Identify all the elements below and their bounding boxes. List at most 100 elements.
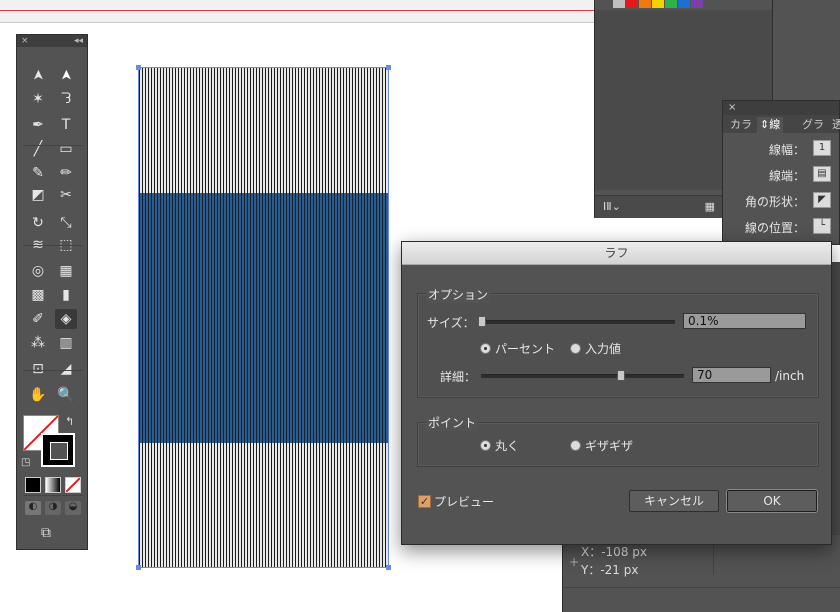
- divider: [23, 245, 83, 246]
- close-icon[interactable]: ×: [21, 35, 29, 47]
- tools-panel-header[interactable]: × ◂◂: [17, 35, 87, 47]
- draw-inside-icon[interactable]: ◒: [65, 501, 81, 515]
- size-label: サイズ：: [427, 316, 475, 330]
- draw-behind-icon[interactable]: ◑: [45, 501, 61, 515]
- pen-tool-icon[interactable]: ✒: [27, 115, 49, 135]
- zoom-tool-icon[interactable]: 🔍: [55, 385, 77, 405]
- rectangle-tool-icon[interactable]: ▭: [55, 139, 77, 159]
- preview-checkbox[interactable]: ✓: [418, 495, 431, 508]
- none-mode-icon[interactable]: [65, 477, 81, 493]
- absolute-label: 入力値: [585, 342, 622, 356]
- size-slider-track[interactable]: [481, 320, 675, 324]
- cancel-button[interactable]: キャンセル: [629, 490, 719, 512]
- swatch-kind-icon[interactable]: ▦: [705, 196, 715, 218]
- gradient-mode-icon[interactable]: [45, 477, 61, 493]
- color-swatch[interactable]: [652, 0, 664, 8]
- percent-label: パーセント: [495, 342, 556, 356]
- bounding-handle[interactable]: [386, 565, 391, 570]
- info-panel: + X：-108 px Y：-21 px: [562, 535, 840, 612]
- swatch-library-icon[interactable]: ⅠⅡ⌄: [603, 200, 621, 213]
- tab-stroke[interactable]: ⇕線: [757, 117, 784, 133]
- hand-tool-icon[interactable]: ✋: [27, 385, 49, 405]
- lasso-tool-icon[interactable]: ᘊ: [55, 89, 77, 109]
- roughened-rectangle-artwork[interactable]: [136, 65, 391, 570]
- symbol-sprayer-tool-icon[interactable]: ⁂: [27, 333, 49, 353]
- stroke-corner-button[interactable]: ◤: [813, 192, 831, 208]
- stroke-weight-row: 線幅： 1: [723, 139, 840, 159]
- gradient-tool-icon[interactable]: ▮: [55, 285, 77, 305]
- draw-normal-icon[interactable]: ◐: [25, 501, 41, 515]
- stroke-panel-header[interactable]: ×: [723, 101, 839, 115]
- tab-gradient[interactable]: グラ: [799, 117, 827, 133]
- tab-color[interactable]: カラ: [727, 117, 755, 133]
- scale-tool-icon[interactable]: ⤡: [55, 213, 77, 233]
- divider: [23, 370, 83, 371]
- bounding-handle[interactable]: [136, 65, 141, 70]
- collapse-icon[interactable]: ◂◂: [74, 35, 83, 47]
- dialog-title: ラフ: [402, 242, 831, 265]
- bounding-handle[interactable]: [386, 65, 391, 70]
- color-swatch[interactable]: [691, 0, 703, 8]
- perspective-grid-tool-icon[interactable]: ▦: [55, 261, 77, 281]
- crosshair-icon: +: [569, 555, 580, 569]
- size-value-field[interactable]: 0.1%: [683, 313, 806, 329]
- scissors-tool-icon[interactable]: ✂: [55, 185, 77, 205]
- swap-fill-stroke-icon[interactable]: ↰: [65, 415, 74, 428]
- color-swatch[interactable]: [678, 0, 690, 8]
- mesh-tool-icon[interactable]: ▩: [27, 285, 49, 305]
- roughen-dialog: ラフ オプション サイズ： 0.1% パーセント 入力値 詳細： 70 /inc…: [401, 241, 832, 545]
- color-swatch[interactable]: [613, 0, 625, 8]
- stroke-panel: × カラ ⇕線 グラ 透 線幅： 1 線端： ▤ 角の形状： ◤ 線の位置： └: [722, 100, 840, 245]
- tab-transparency[interactable]: 透: [829, 117, 840, 133]
- magic-wand-tool-icon[interactable]: ✶: [27, 89, 49, 109]
- bounding-handle[interactable]: [136, 565, 141, 570]
- color-swatch[interactable]: [639, 0, 651, 8]
- type-tool-icon[interactable]: T: [55, 115, 77, 135]
- paintbrush-tool-icon[interactable]: ✎: [27, 163, 49, 183]
- percent-radio[interactable]: [480, 343, 491, 354]
- direct-selection-tool-icon[interactable]: ➤: [56, 64, 76, 86]
- color-mode-icon[interactable]: [25, 477, 41, 493]
- color-swatch[interactable]: [626, 0, 638, 8]
- stroke-cap-button[interactable]: ▤: [813, 166, 831, 182]
- pencil-tool-icon[interactable]: ✏: [55, 163, 77, 183]
- screen-mode-icon[interactable]: ⧉: [41, 525, 51, 541]
- stroke-align-label: 線の位置：: [744, 221, 805, 235]
- stroke-align-button[interactable]: └: [813, 218, 831, 234]
- slice-tool-icon[interactable]: ◢: [55, 359, 77, 379]
- detail-label: 詳細：: [440, 370, 477, 384]
- detail-slider-track[interactable]: [481, 374, 684, 378]
- preview-label: プレビュー: [434, 495, 495, 509]
- selection-tool-icon[interactable]: ➤: [28, 64, 48, 86]
- ok-button[interactable]: OK: [727, 490, 817, 512]
- color-swatch[interactable]: [665, 0, 677, 8]
- corner-radio[interactable]: [570, 440, 581, 451]
- stroke-swatch[interactable]: [41, 433, 75, 467]
- size-slider-thumb[interactable]: [478, 316, 486, 327]
- stroke-weight-field[interactable]: 1: [813, 140, 831, 156]
- options-group-title: オプション: [426, 286, 491, 303]
- stroke-cap-row: 線端： ▤: [723, 165, 840, 185]
- detail-slider-thumb[interactable]: [617, 370, 625, 381]
- eraser-tool-icon[interactable]: ◩: [27, 185, 49, 205]
- close-icon[interactable]: ×: [728, 101, 736, 115]
- stroke-corner-label: 角の形状：: [744, 195, 805, 209]
- points-group-title: ポイント: [426, 414, 479, 431]
- smooth-radio[interactable]: [480, 440, 491, 451]
- column-graph-tool-icon[interactable]: ▥: [55, 333, 77, 353]
- shape-builder-tool-icon[interactable]: ◎: [27, 261, 49, 281]
- divider: [23, 145, 83, 146]
- y-coordinate: Y：-21 px: [581, 563, 639, 577]
- eyedropper-tool-icon[interactable]: ✐: [27, 309, 49, 329]
- line-tool-icon[interactable]: ╱: [27, 139, 49, 159]
- rotate-tool-icon[interactable]: ↻: [27, 213, 49, 233]
- absolute-radio[interactable]: [570, 343, 581, 354]
- stroke-cap-label: 線端：: [768, 169, 805, 183]
- right-panel: [772, 0, 840, 100]
- blend-tool-icon[interactable]: ◈: [55, 309, 77, 329]
- default-fill-stroke-icon[interactable]: ◳: [21, 457, 30, 468]
- corner-label: ギザギザ: [585, 439, 634, 453]
- divider: [23, 495, 83, 496]
- artboard-tool-icon[interactable]: ⊡: [27, 359, 49, 379]
- detail-value-field[interactable]: 70: [692, 367, 771, 383]
